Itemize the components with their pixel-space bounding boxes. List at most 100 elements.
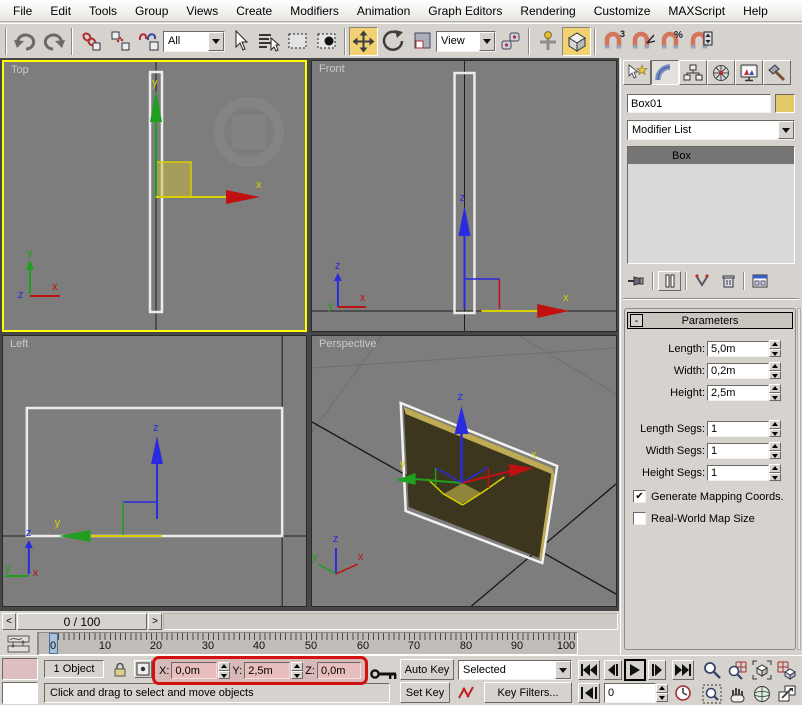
object-color-swatch[interactable] bbox=[775, 94, 795, 113]
height-segs-input[interactable] bbox=[707, 465, 769, 481]
dropdown-arrow-icon[interactable] bbox=[555, 661, 571, 679]
viewport-top[interactable]: Top y x y x z bbox=[2, 60, 307, 332]
select-and-scale-button[interactable] bbox=[407, 27, 436, 56]
use-pivot-point-center-button[interactable] bbox=[496, 27, 525, 56]
previous-frame-button[interactable] bbox=[604, 660, 622, 680]
modifier-list-dropdown[interactable]: Modifier List bbox=[627, 120, 795, 140]
zoom-button[interactable] bbox=[700, 659, 724, 681]
select-and-move-button[interactable] bbox=[349, 27, 378, 56]
viewport-front-label[interactable]: Front bbox=[319, 63, 345, 75]
length-segs-spinner[interactable] bbox=[769, 420, 781, 437]
absolute-offset-mode-toggle[interactable] bbox=[134, 660, 152, 678]
tab-display[interactable] bbox=[735, 60, 763, 85]
tab-create[interactable] bbox=[623, 60, 651, 85]
make-unique-button[interactable] bbox=[691, 271, 714, 291]
command-panel-scrollbar[interactable] bbox=[797, 308, 801, 650]
time-slider-track[interactable] bbox=[163, 613, 618, 630]
spinner-snap-button[interactable] bbox=[686, 27, 715, 56]
parameters-rollout-header[interactable]: - Parameters bbox=[627, 312, 793, 329]
viewport-left-label[interactable]: Left bbox=[10, 338, 28, 350]
auto-key-button[interactable]: Auto Key bbox=[400, 659, 454, 680]
key-mode-toggle-button[interactable] bbox=[578, 683, 600, 703]
zoom-extents-button[interactable] bbox=[750, 659, 774, 681]
select-and-link-button[interactable] bbox=[76, 27, 105, 56]
width-spinner[interactable] bbox=[769, 362, 781, 379]
coord-y-spinner[interactable] bbox=[291, 662, 303, 679]
select-by-name-button[interactable] bbox=[254, 27, 283, 56]
height-spinner[interactable] bbox=[769, 384, 781, 401]
time-slider-next-button[interactable]: > bbox=[148, 613, 162, 630]
current-frame-input[interactable] bbox=[604, 683, 656, 703]
length-input[interactable] bbox=[707, 341, 769, 357]
menu-group[interactable]: Group bbox=[126, 1, 177, 21]
viewport-left[interactable]: Left z y z y x bbox=[2, 335, 307, 607]
coord-x-input[interactable] bbox=[171, 662, 217, 679]
menu-graph-editors[interactable]: Graph Editors bbox=[419, 1, 511, 21]
key-selection-dropdown[interactable]: Selected bbox=[458, 660, 572, 680]
arc-rotate-button[interactable] bbox=[750, 683, 774, 705]
menu-animation[interactable]: Animation bbox=[348, 1, 419, 21]
viewport-perspective[interactable]: Perspective bbox=[311, 335, 617, 607]
bind-to-space-warp-button[interactable] bbox=[134, 27, 163, 56]
angle-snap-button[interactable] bbox=[628, 27, 657, 56]
coord-x-spinner[interactable] bbox=[218, 662, 230, 679]
go-to-end-button[interactable] bbox=[672, 660, 694, 680]
viewport-top-label[interactable]: Top bbox=[11, 64, 29, 76]
time-slider-handle[interactable]: 0 / 100 bbox=[17, 613, 147, 630]
snaps-toggle-3d-button[interactable]: 3 bbox=[599, 27, 628, 56]
menu-create[interactable]: Create bbox=[227, 1, 281, 21]
selection-lock-toggle[interactable] bbox=[110, 659, 130, 679]
menu-file[interactable]: File bbox=[4, 1, 41, 21]
frame-spinner[interactable] bbox=[656, 684, 668, 702]
menu-maxscript[interactable]: MAXScript bbox=[659, 1, 734, 21]
modifier-stack-item-box[interactable]: Box bbox=[628, 147, 794, 164]
configure-modifier-sets-button[interactable] bbox=[749, 271, 772, 291]
selection-filter-dropdown[interactable]: All bbox=[163, 31, 225, 52]
menu-rendering[interactable]: Rendering bbox=[511, 1, 584, 21]
min-max-toggle-button[interactable] bbox=[775, 683, 799, 705]
redo-button[interactable] bbox=[39, 27, 68, 56]
show-end-result-button[interactable] bbox=[658, 271, 681, 291]
tab-utilities[interactable] bbox=[763, 60, 791, 85]
object-name-input[interactable] bbox=[627, 94, 771, 113]
box-object-perspective[interactable] bbox=[401, 403, 557, 563]
generate-mapping-coords-checkbox[interactable]: ✔ bbox=[633, 490, 646, 503]
script-listener-pane[interactable] bbox=[2, 682, 38, 704]
set-key-filters-toggle[interactable] bbox=[456, 682, 478, 703]
move-gizmo-left[interactable]: z y bbox=[55, 422, 163, 542]
region-zoom-button[interactable] bbox=[700, 683, 724, 705]
snaps-toggle-button[interactable] bbox=[562, 27, 591, 56]
width-input[interactable] bbox=[707, 363, 769, 379]
undo-button[interactable] bbox=[10, 27, 39, 56]
tab-motion[interactable] bbox=[707, 60, 735, 85]
width-segs-input[interactable] bbox=[707, 443, 769, 459]
coord-y-input[interactable] bbox=[244, 662, 290, 679]
viewport-perspective-label[interactable]: Perspective bbox=[319, 338, 376, 350]
remove-modifier-button[interactable] bbox=[716, 271, 739, 291]
macro-recorder-pane[interactable] bbox=[2, 658, 38, 680]
viewport-front[interactable]: Front z x z x y bbox=[311, 60, 617, 332]
zoom-all-button[interactable] bbox=[725, 659, 749, 681]
percent-snap-button[interactable]: % bbox=[657, 27, 686, 56]
menu-customize[interactable]: Customize bbox=[585, 1, 660, 21]
tab-modify[interactable] bbox=[651, 60, 679, 85]
modifier-stack-list[interactable]: Box bbox=[627, 146, 795, 264]
track-bar-ruler[interactable]: 0 10 20 30 40 50 60 70 80 90 100 bbox=[38, 632, 578, 655]
menu-help[interactable]: Help bbox=[734, 1, 777, 21]
go-to-start-button[interactable] bbox=[578, 660, 600, 680]
select-and-rotate-button[interactable] bbox=[378, 27, 407, 56]
dropdown-arrow-icon[interactable] bbox=[208, 32, 224, 51]
coord-z-input[interactable] bbox=[317, 662, 361, 679]
key-filters-button[interactable]: Key Filters... bbox=[484, 682, 572, 703]
open-mini-curve-editor-button[interactable] bbox=[0, 632, 38, 655]
zoom-extents-all-button[interactable] bbox=[775, 659, 799, 681]
tab-hierarchy[interactable] bbox=[679, 60, 707, 85]
menu-modifiers[interactable]: Modifiers bbox=[281, 1, 348, 21]
select-object-button[interactable] bbox=[225, 27, 254, 56]
menu-views[interactable]: Views bbox=[177, 1, 227, 21]
pin-stack-button[interactable] bbox=[625, 271, 648, 291]
menu-tools[interactable]: Tools bbox=[80, 1, 126, 21]
rectangular-selection-region-button[interactable] bbox=[283, 27, 312, 56]
window-crossing-button[interactable] bbox=[312, 27, 341, 56]
height-segs-spinner[interactable] bbox=[769, 464, 781, 481]
